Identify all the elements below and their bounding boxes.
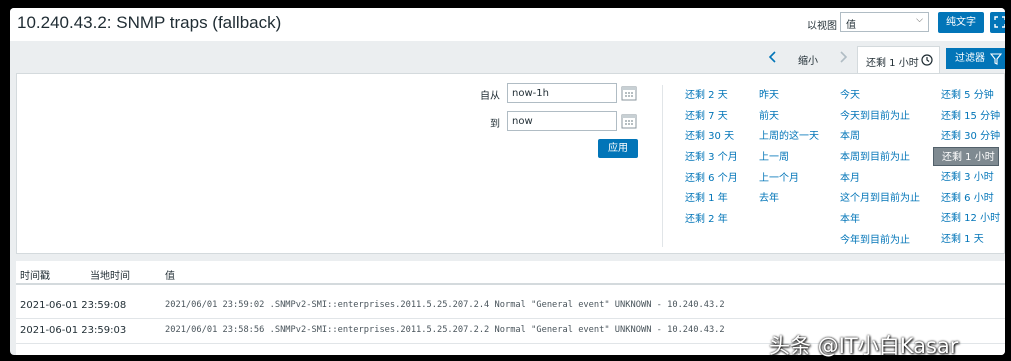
quick-range-link[interactable]: 今天到目前为止 — [840, 107, 920, 128]
filter-tab-bar: 缩小 还剩 1 小时 过滤器 — [10, 41, 1005, 73]
tab-filter[interactable]: 过滤器 — [946, 48, 1005, 69]
quick-range-link[interactable]: 还剩 3 个月 — [685, 148, 738, 169]
cell-value: 2021/06/01 23:58:56 .SNMPv2-SMI::enterpr… — [165, 325, 725, 335]
to-input[interactable] — [507, 111, 617, 131]
to-label: 到 — [490, 119, 500, 130]
tab-time-range[interactable]: 还剩 1 小时 — [857, 46, 940, 73]
quick-range-link[interactable]: 还剩 5 分钟 — [941, 86, 1000, 107]
view-as-label: 以视图 — [807, 21, 837, 32]
quick-range-link[interactable]: 还剩 2 年 — [685, 210, 738, 231]
time-filter-panel: 自从 到 应用 还剩 2 天 还剩 7 天 还剩 30 天 还剩 3 个月 还剩… — [16, 73, 1005, 254]
table-header: 时间戳 当地时间 值 — [16, 261, 1005, 285]
calendar-icon[interactable] — [621, 85, 637, 101]
table-row: 2021-06-01 23:59:08 2021/06/01 23:59:02 … — [16, 294, 1005, 319]
quick-range-link[interactable]: 昨天 — [759, 86, 819, 107]
quick-range-link[interactable]: 还剩 3 小时 — [941, 168, 1000, 189]
cell-value: 2021/06/01 23:59:02 .SNMPv2-SMI::enterpr… — [165, 300, 725, 310]
quick-range-link[interactable]: 还剩 1 年 — [685, 189, 738, 210]
quick-range-link[interactable]: 本年 — [840, 210, 920, 231]
quick-range-link[interactable]: 这个月到目前为止 — [840, 189, 920, 210]
page-title: 10.240.43.2: SNMP traps (fallback) — [17, 13, 282, 32]
chevron-left-icon[interactable] — [768, 50, 782, 64]
fullscreen-button[interactable] — [990, 12, 1005, 33]
tab-time-range-label: 还剩 1 小时 — [866, 58, 919, 69]
clock-icon — [921, 54, 933, 66]
cell-timestamp: 2021-06-01 23:59:08 — [20, 300, 127, 311]
watermark: 头条 @IT小白Kasar — [769, 334, 959, 358]
page-header: 10.240.43.2: SNMP traps (fallback) 以视图 值… — [10, 8, 1005, 41]
quick-range-link[interactable]: 去年 — [759, 189, 819, 210]
quick-range-link[interactable]: 今天 — [840, 86, 920, 107]
column-header-local-time: 当地时间 — [90, 271, 130, 282]
from-label: 自从 — [480, 91, 500, 102]
quick-range-link[interactable]: 还剩 12 小时 — [941, 209, 1000, 230]
view-as-select[interactable]: 值 ⌵ — [840, 12, 929, 32]
apply-button[interactable]: 应用 — [598, 139, 638, 158]
quick-range-link-selected[interactable]: 还剩 1 小时 — [933, 147, 999, 167]
quick-range-link[interactable]: 本周到目前为止 — [840, 148, 920, 169]
quick-range-link[interactable]: 上一个月 — [759, 169, 819, 190]
quick-range-link[interactable]: 本月 — [840, 169, 920, 190]
quick-range-link[interactable]: 前天 — [759, 107, 819, 128]
quick-range-link[interactable]: 还剩 6 小时 — [941, 189, 1000, 210]
column-header-timestamp: 时间戳 — [20, 271, 50, 282]
tab-filter-label: 过滤器 — [955, 53, 985, 64]
fullscreen-icon — [994, 16, 1005, 28]
app-window: 10.240.43.2: SNMP traps (fallback) 以视图 值… — [10, 8, 1005, 355]
quick-range-link[interactable]: 还剩 30 分钟 — [941, 127, 1000, 148]
quick-range-link[interactable]: 上一周 — [759, 148, 819, 169]
plain-text-button[interactable]: 纯文字 — [938, 12, 984, 33]
quick-range-link[interactable]: 还剩 1 天 — [941, 230, 1000, 251]
quick-range-link[interactable]: 本周 — [840, 127, 920, 148]
zoom-out-button[interactable]: 缩小 — [798, 52, 818, 67]
divider — [662, 85, 663, 247]
quick-range-link[interactable]: 还剩 2 天 — [685, 86, 738, 107]
quick-range-column: 还剩 5 分钟 还剩 15 分钟 还剩 30 分钟 还剩 1 小时 还剩 3 小… — [933, 86, 1000, 251]
quick-range-column: 昨天 前天 上周的这一天 上一周 上一个月 去年 — [759, 86, 819, 210]
view-as-select-value: 值 — [846, 20, 856, 31]
quick-range-link[interactable]: 上周的这一天 — [759, 127, 819, 148]
from-input[interactable] — [507, 83, 617, 103]
quick-range-link[interactable]: 还剩 15 分钟 — [941, 107, 1000, 128]
chevron-right-icon[interactable] — [838, 50, 852, 64]
quick-range-column: 今天 今天到目前为止 本周 本周到目前为止 本月 这个月到目前为止 本年 今年到… — [840, 86, 920, 252]
column-header-value: 值 — [165, 271, 175, 282]
calendar-icon[interactable] — [621, 113, 637, 129]
cell-timestamp: 2021-06-01 23:59:03 — [20, 325, 127, 336]
quick-range-column: 还剩 2 天 还剩 7 天 还剩 30 天 还剩 3 个月 还剩 6 个月 还剩… — [685, 86, 738, 231]
quick-range-link[interactable]: 还剩 30 天 — [685, 127, 738, 148]
filter-icon — [990, 53, 1002, 65]
quick-range-link[interactable]: 今年到目前为止 — [840, 231, 920, 252]
quick-range-link[interactable]: 还剩 7 天 — [685, 107, 738, 128]
quick-range-link[interactable]: 还剩 6 个月 — [685, 169, 738, 190]
chevron-down-icon: ⌵ — [916, 15, 923, 25]
